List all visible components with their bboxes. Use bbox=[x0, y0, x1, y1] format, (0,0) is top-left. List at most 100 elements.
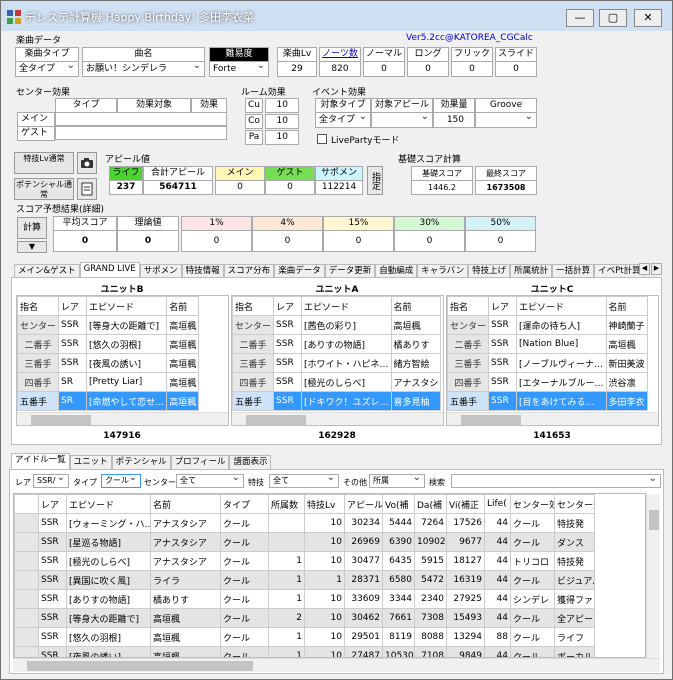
bottom-tab-3[interactable]: プロフィール bbox=[170, 455, 230, 469]
designate-button[interactable]: 指定 bbox=[367, 166, 383, 195]
tab-scroll-left[interactable]: ◀ bbox=[639, 263, 650, 275]
song-type-select[interactable]: 全タイプ bbox=[15, 59, 79, 77]
unit-row[interactable]: センター SSR [茜色の彩り] 高垣楓 bbox=[232, 315, 442, 335]
idol-column-header[interactable]: Life( bbox=[484, 494, 511, 514]
main-tab-8[interactable]: キャラバン bbox=[417, 264, 469, 278]
idol-row-selector[interactable] bbox=[14, 589, 39, 609]
idol-vertical-scrollbar[interactable] bbox=[646, 494, 660, 658]
unit-row[interactable]: 五番手 SR [命燃やして恋せ… 高垣楓 bbox=[17, 391, 200, 411]
difficulty-select[interactable]: Forte bbox=[209, 59, 269, 77]
skill-filter-select[interactable]: 全て bbox=[269, 472, 339, 488]
unit-row[interactable]: センター SSR [等身大の距離で] 高垣楓 bbox=[17, 315, 200, 335]
idol-row[interactable]: SSR [星巡る物語] アナスタシア クール 10 26969 6390 10902 9677 4… bbox=[14, 532, 595, 552]
unit-horizontal-scrollbar[interactable] bbox=[232, 412, 443, 425]
main-tab-3[interactable]: 特技情報 bbox=[181, 264, 224, 278]
other-filter-select[interactable]: 所属 bbox=[369, 472, 425, 488]
search-input[interactable] bbox=[451, 472, 661, 488]
unit-row[interactable]: 五番手 SSR [目をあけてみる… 多田李衣 bbox=[447, 391, 648, 411]
song-name-select[interactable]: お願い！シンデレラ bbox=[82, 59, 205, 77]
idol-column-header[interactable]: センター効 bbox=[510, 494, 555, 514]
center-filter-select[interactable]: 全て bbox=[176, 472, 244, 488]
groove-select[interactable] bbox=[475, 110, 537, 128]
unit-slot-button[interactable]: センター bbox=[447, 315, 490, 335]
bottom-tab-0[interactable]: アイドル一覧 bbox=[11, 453, 70, 469]
main-tab-7[interactable]: 自動編成 bbox=[375, 264, 418, 278]
unit-horizontal-scrollbar[interactable] bbox=[447, 412, 658, 425]
minimize-button[interactable]: — bbox=[566, 9, 594, 27]
tab-scroll-right[interactable]: ▶ bbox=[651, 263, 662, 275]
idol-row[interactable]: SSR [極光のしらべ] アナスタシア クール 1 10 30477 6435 5915 1812… bbox=[14, 551, 595, 571]
type-filter-select[interactable]: クール bbox=[101, 472, 141, 488]
unit-slot-button[interactable]: 二番手 bbox=[17, 334, 60, 354]
idol-row[interactable]: SSR [ありすの物語] 橘ありす クール 1 10 33609 3344 2340 27925 4… bbox=[14, 589, 595, 609]
main-tab-2[interactable]: サポメン bbox=[139, 264, 182, 278]
idol-row[interactable]: SSR [異国に吹く風] ライラ クール 1 1 28371 6580 5472 16319 44 ク… bbox=[14, 570, 595, 590]
idol-column-header[interactable]: エピソード bbox=[66, 494, 151, 514]
main-tab-1[interactable]: GRAND LIVE bbox=[79, 262, 140, 278]
unit-row[interactable]: 三番手 SSR [夜風の誘い] 高垣楓 bbox=[17, 353, 200, 373]
idol-column-header[interactable]: Vi(補正 bbox=[446, 494, 485, 514]
idol-row[interactable]: SSR [ウォーミング・ハ… アナスタシア クール 10 30234 5444 7264 175… bbox=[14, 513, 595, 533]
idol-row-selector[interactable] bbox=[14, 646, 39, 657]
event-appeal-select[interactable] bbox=[371, 110, 433, 128]
unit-slot-button[interactable]: 三番手 bbox=[447, 353, 490, 373]
unit-row[interactable]: 四番手 SSR [エターナルブルー… 渋谷凛 bbox=[447, 372, 648, 392]
unit-slot-button[interactable]: センター bbox=[232, 315, 275, 335]
main-tab-11[interactable]: 一括計算 bbox=[552, 264, 595, 278]
unit-row[interactable]: 二番手 SSR [Nation Blue] 高垣楓 bbox=[447, 334, 648, 354]
bottom-tab-4[interactable]: 譜面表示 bbox=[229, 455, 272, 469]
unit-slot-button[interactable]: 二番手 bbox=[232, 334, 275, 354]
liveparty-checkbox[interactable] bbox=[317, 134, 327, 144]
idol-column-header[interactable]: タイプ bbox=[220, 494, 269, 514]
idol-column-header[interactable]: センター効 bbox=[554, 494, 595, 514]
rare-filter-select[interactable]: SSR/ bbox=[33, 472, 69, 488]
idol-row[interactable]: SSR [夜風の誘い] 高垣楓 クール 1 10 27487 10530 7108 9849 44 ク… bbox=[14, 646, 595, 657]
room-pa-stepper[interactable]: 10 bbox=[265, 130, 299, 145]
unit-slot-button[interactable]: 五番手 bbox=[17, 391, 60, 411]
main-tab-12[interactable]: イベPt計算 bbox=[594, 264, 645, 278]
room-cu-stepper[interactable]: 10 bbox=[265, 98, 299, 113]
idol-row-selector[interactable] bbox=[14, 532, 39, 552]
room-co-stepper[interactable]: 10 bbox=[265, 114, 299, 129]
idol-row-selector[interactable] bbox=[14, 570, 39, 590]
camera-button[interactable] bbox=[77, 152, 97, 174]
idol-column-header[interactable]: Vo(補 bbox=[382, 494, 415, 514]
unit-slot-button[interactable]: 四番手 bbox=[17, 372, 60, 392]
main-tab-10[interactable]: 所属統計 bbox=[510, 264, 553, 278]
event-amount-stepper[interactable]: 150 bbox=[433, 112, 475, 128]
unit-slot-button[interactable]: 三番手 bbox=[232, 353, 275, 373]
bottom-tab-1[interactable]: ユニット bbox=[69, 455, 112, 469]
idol-horizontal-scrollbar[interactable] bbox=[13, 658, 660, 672]
idol-column-header[interactable] bbox=[14, 494, 39, 514]
unit-slot-button[interactable]: 四番手 bbox=[232, 372, 275, 392]
main-tab-5[interactable]: 楽曲データ bbox=[274, 264, 325, 278]
idol-column-header[interactable]: レア bbox=[38, 494, 67, 514]
idol-row-selector[interactable] bbox=[14, 513, 39, 533]
maximize-button[interactable]: ▢ bbox=[599, 9, 627, 27]
event-type-select[interactable]: 全タイプ bbox=[315, 110, 371, 128]
unit-row[interactable]: 三番手 SSR [ノーブルヴィーナ… 新田美波 bbox=[447, 353, 648, 373]
calculate-button[interactable]: 計算 bbox=[17, 217, 47, 239]
idol-row[interactable]: SSR [悠久の羽根] 高垣楓 クール 1 10 29501 8119 8088 13294 88 ク… bbox=[14, 627, 595, 647]
close-button[interactable]: ✕ bbox=[634, 9, 662, 27]
notes-header[interactable]: ノーツ数 bbox=[319, 47, 361, 62]
main-tab-0[interactable]: メイン&ゲスト bbox=[14, 264, 80, 278]
idol-column-header[interactable]: 所属数 bbox=[268, 494, 305, 514]
idol-row[interactable]: SSR [等身大の距離で] 高垣楓 クール 2 10 30462 7661 7308 15493 4… bbox=[14, 608, 595, 628]
main-tab-6[interactable]: データ更新 bbox=[324, 264, 376, 278]
unit-slot-button[interactable]: 五番手 bbox=[232, 391, 275, 411]
expand-arrow-button[interactable]: ▼ bbox=[17, 241, 47, 253]
unit-row[interactable]: 二番手 SSR [悠久の羽根] 高垣楓 bbox=[17, 334, 200, 354]
unit-row[interactable]: 四番手 SSR [極光のしらべ] アナスタシ bbox=[232, 372, 442, 392]
unit-slot-button[interactable]: 五番手 bbox=[447, 391, 490, 411]
unit-row[interactable]: 五番手 SSR [ドキワク！ユズレ… 喜多見柚 bbox=[232, 391, 442, 411]
main-tab-4[interactable]: スコア分布 bbox=[223, 264, 275, 278]
unit-row[interactable]: 三番手 SSR [ホワイト・ハピネ… 緒方智絵 bbox=[232, 353, 442, 373]
skill-level-button[interactable]: 特技Lv通常 bbox=[14, 152, 74, 174]
idol-row-selector[interactable] bbox=[14, 551, 39, 571]
bottom-tab-2[interactable]: ポテンシャル bbox=[111, 455, 171, 469]
unit-horizontal-scrollbar[interactable] bbox=[17, 412, 228, 425]
idol-row-selector[interactable] bbox=[14, 608, 39, 628]
document-button[interactable] bbox=[77, 178, 97, 200]
unit-slot-button[interactable]: 二番手 bbox=[447, 334, 490, 354]
